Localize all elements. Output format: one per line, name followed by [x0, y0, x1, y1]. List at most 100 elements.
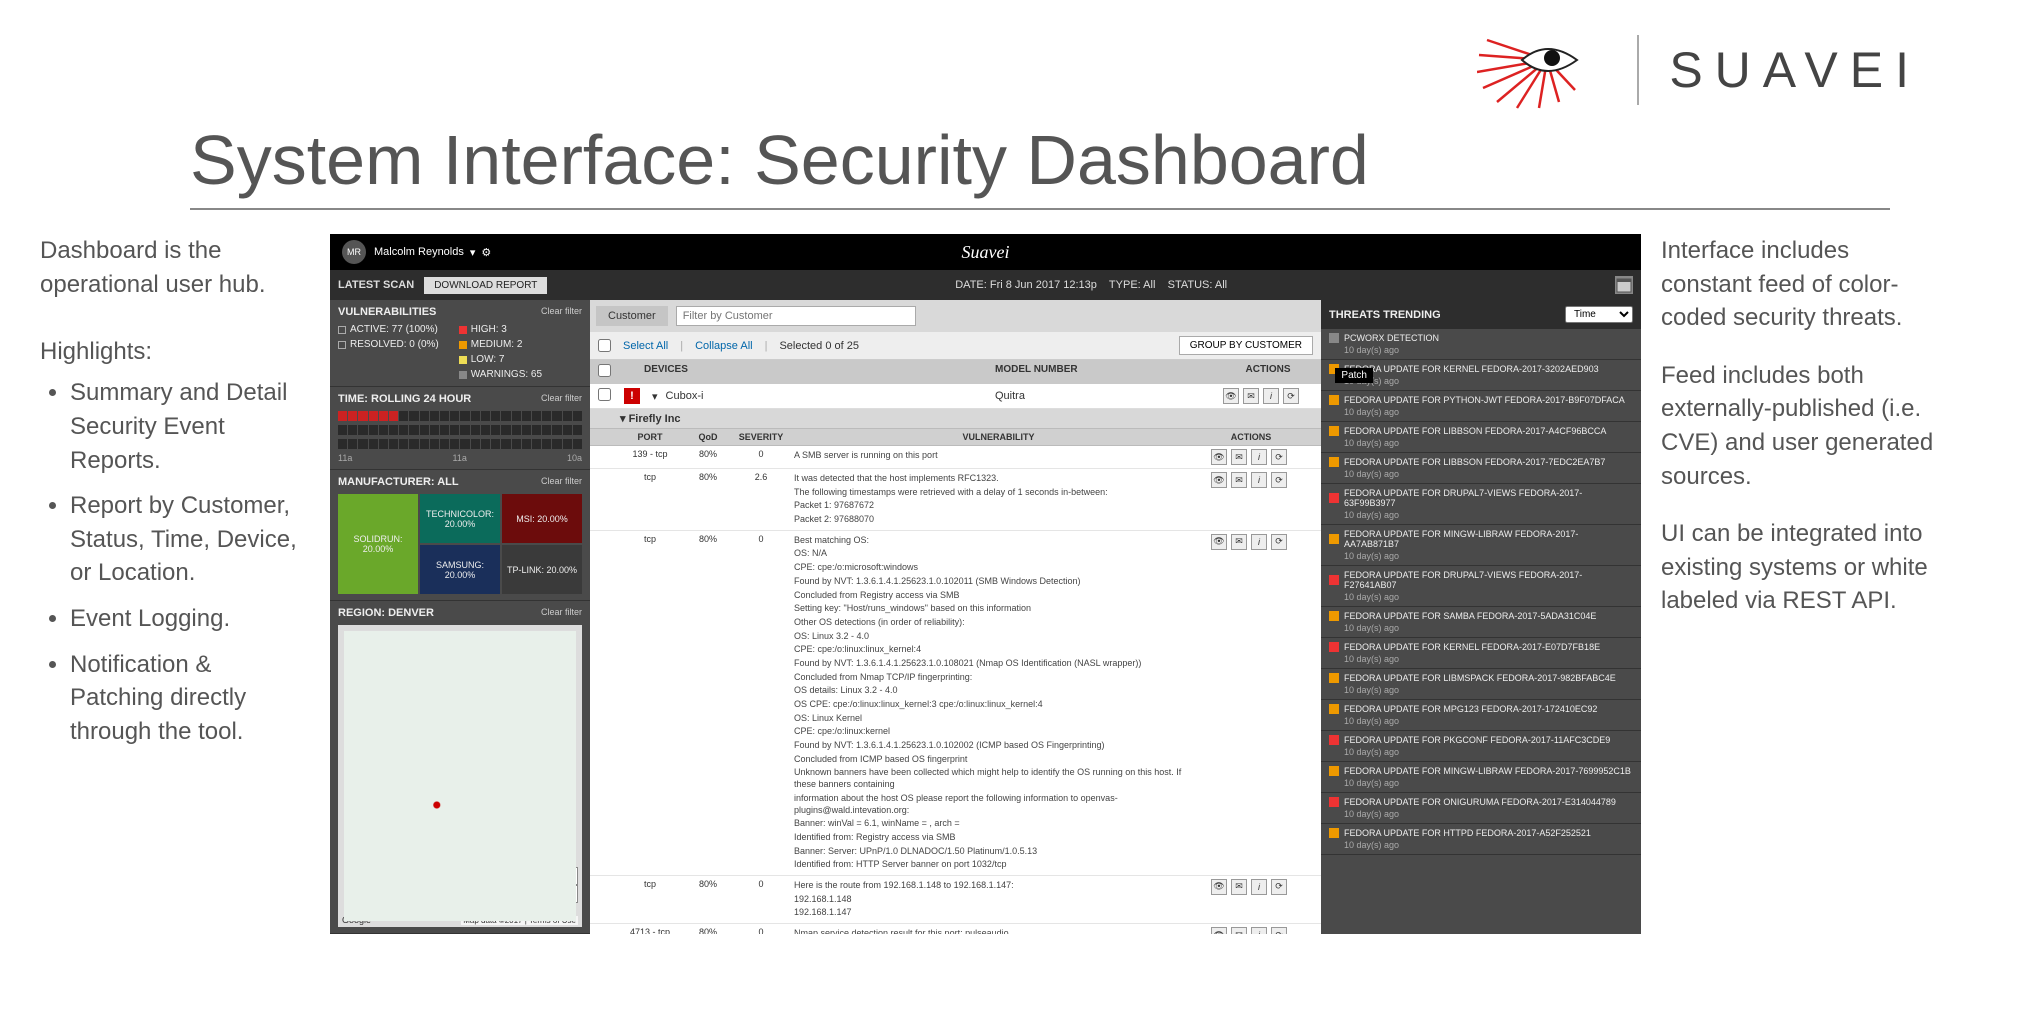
time-cell[interactable]: [399, 439, 408, 449]
time-cell[interactable]: [409, 425, 418, 435]
row-patch-icon[interactable]: ⟳: [1271, 879, 1287, 895]
time-cell[interactable]: [512, 411, 521, 421]
time-cell[interactable]: [409, 439, 418, 449]
time-cell[interactable]: [440, 439, 449, 449]
manufacturer-cell[interactable]: SOLIDRUN: 20.00%: [338, 494, 418, 594]
time-cell[interactable]: [542, 439, 551, 449]
vuln-low[interactable]: LOW: 7: [471, 354, 505, 365]
time-cell[interactable]: [481, 411, 490, 421]
time-cell[interactable]: [481, 425, 490, 435]
action-info-icon[interactable]: i: [1263, 388, 1279, 404]
row-view-icon[interactable]: 👁: [1211, 449, 1227, 465]
time-cell[interactable]: [450, 411, 459, 421]
time-cell[interactable]: [369, 425, 378, 435]
time-cell[interactable]: [491, 425, 500, 435]
time-cell[interactable]: [348, 439, 357, 449]
time-cell[interactable]: [522, 425, 531, 435]
time-cell[interactable]: [420, 425, 429, 435]
time-cell[interactable]: [379, 411, 388, 421]
threat-item[interactable]: FEDORA UPDATE FOR LIBBSON FEDORA-2017-A4…: [1321, 422, 1641, 453]
time-heatmap[interactable]: [338, 411, 582, 421]
device-checkbox[interactable]: [598, 388, 611, 401]
row-mail-icon[interactable]: ✉: [1231, 472, 1247, 488]
time-cell[interactable]: [573, 411, 582, 421]
row-patch-icon[interactable]: ⟳: [1271, 927, 1287, 934]
time-cell[interactable]: [348, 425, 357, 435]
time-cell[interactable]: [522, 439, 531, 449]
time-cell[interactable]: [389, 425, 398, 435]
time-cell[interactable]: [460, 425, 469, 435]
time-cell[interactable]: [471, 411, 480, 421]
row-info-icon[interactable]: i: [1251, 879, 1267, 895]
time-cell[interactable]: [460, 439, 469, 449]
threat-item[interactable]: FEDORA UPDATE FOR PKGCONF FEDORA-2017-11…: [1321, 731, 1641, 762]
threat-item[interactable]: FEDORA UPDATE FOR LIBMSPACK FEDORA-2017-…: [1321, 669, 1641, 700]
row-view-icon[interactable]: 👁: [1211, 927, 1227, 934]
time-cell[interactable]: [532, 411, 541, 421]
row-patch-icon[interactable]: ⟳: [1271, 472, 1287, 488]
collapse-all-link[interactable]: Collapse All: [695, 340, 752, 352]
time-cell[interactable]: [552, 425, 561, 435]
threat-item[interactable]: FEDORA UPDATE FOR KERNEL FEDORA-2017-E07…: [1321, 638, 1641, 669]
time-cell[interactable]: [409, 411, 418, 421]
time-cell[interactable]: [573, 439, 582, 449]
time-cell[interactable]: [348, 411, 357, 421]
threat-item[interactable]: FEDORA UPDATE FOR HTTPD FEDORA-2017-A52F…: [1321, 824, 1641, 855]
row-mail-icon[interactable]: ✉: [1231, 534, 1247, 550]
manufacturer-cell[interactable]: TP-LINK: 20.00%: [502, 545, 582, 594]
row-mail-icon[interactable]: ✉: [1231, 449, 1247, 465]
time-cell[interactable]: [491, 411, 500, 421]
threat-item[interactable]: FEDORA UPDATE FOR MINGW-LIBRAW FEDORA-20…: [1321, 525, 1641, 566]
time-cell[interactable]: [369, 439, 378, 449]
time-cell[interactable]: [420, 439, 429, 449]
time-cell[interactable]: [512, 439, 521, 449]
gear-icon[interactable]: ⚙: [481, 246, 491, 259]
row-patch-icon[interactable]: ⟳: [1271, 449, 1287, 465]
time-cell[interactable]: [563, 439, 572, 449]
row-mail-icon[interactable]: ✉: [1231, 927, 1247, 934]
map-zoom-in-button[interactable]: +: [560, 867, 578, 885]
map-zoom-out-button[interactable]: −: [560, 885, 578, 903]
region-map[interactable]: + − Google Map data ©2017 | Terms of Use: [338, 625, 582, 927]
time-cell[interactable]: [563, 425, 572, 435]
time-heatmap-row2[interactable]: [338, 425, 582, 435]
time-cell[interactable]: [471, 439, 480, 449]
group-by-customer-button[interactable]: GROUP BY CUSTOMER: [1179, 336, 1313, 355]
mfr-clear-filter[interactable]: Clear filter: [541, 476, 582, 488]
time-cell[interactable]: [573, 425, 582, 435]
action-view-icon[interactable]: 👁: [1223, 388, 1239, 404]
vuln-active[interactable]: ACTIVE: 77 (100%): [350, 324, 438, 335]
time-cell[interactable]: [450, 425, 459, 435]
time-cell[interactable]: [369, 411, 378, 421]
row-view-icon[interactable]: 👁: [1211, 534, 1227, 550]
manufacturer-cell[interactable]: SAMSUNG: 20.00%: [420, 545, 500, 594]
time-cell[interactable]: [501, 425, 510, 435]
time-heatmap-row3[interactable]: [338, 439, 582, 449]
time-cell[interactable]: [379, 439, 388, 449]
threat-item[interactable]: FEDORA UPDATE FOR LIBBSON FEDORA-2017-7E…: [1321, 453, 1641, 484]
time-cell[interactable]: [358, 425, 367, 435]
manufacturer-treemap[interactable]: TECHNICOLOR: 20.00%MSI: 20.00%SOLIDRUN: …: [338, 494, 582, 594]
time-cell[interactable]: [522, 411, 531, 421]
row-patch-icon[interactable]: ⟳: [1271, 534, 1287, 550]
time-cell[interactable]: [338, 425, 347, 435]
time-cell[interactable]: [471, 425, 480, 435]
time-cell[interactable]: [358, 411, 367, 421]
time-cell[interactable]: [481, 439, 490, 449]
row-info-icon[interactable]: i: [1251, 927, 1267, 934]
time-cell[interactable]: [552, 411, 561, 421]
vuln-resolved[interactable]: RESOLVED: 0 (0%): [350, 339, 439, 350]
time-cell[interactable]: [542, 411, 551, 421]
device-row[interactable]: ! ▾ Cubox-i Quitra 👁 ✉ i ⟳: [590, 384, 1321, 409]
time-cell[interactable]: [389, 411, 398, 421]
user-dropdown-caret-icon[interactable]: ▾: [470, 246, 476, 259]
customer-filter-input[interactable]: [676, 306, 916, 326]
row-info-icon[interactable]: i: [1251, 472, 1267, 488]
row-mail-icon[interactable]: ✉: [1231, 879, 1247, 895]
threat-item[interactable]: FEDORA UPDATE FOR ONIGURUMA FEDORA-2017-…: [1321, 793, 1641, 824]
time-cell[interactable]: [501, 439, 510, 449]
threats-time-select[interactable]: Time: [1565, 306, 1633, 323]
threat-item[interactable]: FEDORA UPDATE FOR PYTHON-JWT FEDORA-2017…: [1321, 391, 1641, 422]
calendar-icon[interactable]: [1615, 276, 1633, 294]
action-patch-icon[interactable]: ⟳: [1283, 388, 1299, 404]
